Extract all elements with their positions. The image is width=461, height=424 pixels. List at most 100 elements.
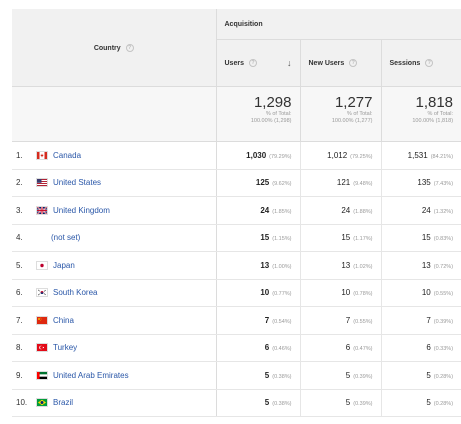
users-value: 125 — [255, 178, 270, 188]
country-link[interactable]: United Arab Emirates — [53, 371, 129, 380]
row-number: 7. — [16, 315, 23, 325]
sessions-value: 6 — [426, 343, 431, 353]
country-link[interactable]: Turkey — [53, 343, 77, 352]
sessions-header-label: Sessions — [389, 59, 421, 67]
sessions-cell: 6 (0.33%) — [381, 334, 461, 362]
country-link[interactable]: China — [53, 316, 74, 325]
sessions-value: 5 — [426, 398, 431, 408]
table-row: 6. South Korea 10 (0.77%) 10 (0.78%) 10 (0.5… — [12, 279, 461, 307]
users-header-label: Users — [224, 59, 244, 67]
users-total-share: 100.00% (1,298) — [250, 118, 292, 124]
users-value: 6 — [264, 343, 270, 353]
country-cell: 5. Japan — [12, 251, 217, 280]
country-cell: 6. South Korea — [12, 279, 217, 307]
new-users-column-header[interactable]: New Users? — [300, 39, 382, 87]
new-users-value: 1,012 — [327, 150, 348, 160]
new-users-percent: (1.17%) — [353, 236, 373, 243]
flag-china-icon — [36, 315, 48, 325]
users-value: 5 — [264, 370, 270, 380]
sort-descending-icon[interactable]: ↓ — [287, 58, 292, 68]
new-users-cell: 121 (9.48%) — [300, 169, 382, 197]
row-number: 2. — [16, 178, 23, 188]
sessions-percent: (0.39%) — [433, 318, 454, 325]
users-cell: 24 (1.85%) — [216, 196, 301, 225]
users-column-header[interactable]: Users? ↓ — [216, 39, 301, 87]
users-cell: 7 (0.54%) — [216, 306, 301, 335]
sessions-cell: 1,531 (84.21%) — [381, 141, 461, 170]
flag-japan-icon — [36, 260, 48, 270]
sessions-percent: (0.33%) — [433, 346, 454, 353]
new-users-percent: (0.78%) — [353, 291, 373, 298]
row-number: 8. — [16, 343, 23, 353]
flag-south-korea-icon — [36, 288, 48, 298]
help-icon[interactable]: ? — [248, 59, 257, 67]
users-value: 24 — [260, 205, 270, 215]
country-report-table: Country? Acquisition Users? ↓ New Users?… — [12, 9, 461, 417]
help-icon[interactable]: ? — [349, 59, 358, 67]
new-users-percent: (0.55%) — [353, 318, 373, 325]
sessions-column-header[interactable]: Sessions? — [381, 39, 461, 87]
sessions-value: 1,531 — [407, 150, 428, 160]
users-cell: 15 (1.15%) — [216, 224, 301, 252]
sessions-total: 1,818 — [415, 94, 454, 111]
table-row: 3. United Kingdom 24 (1.85%) 24 (1.88%) 24(… — [12, 196, 461, 225]
table-row: 8. Turkey 6 (0.46%) 6 (0.47%) 6 (0.33%) — [12, 334, 461, 362]
country-link[interactable]: United Kingdom — [53, 206, 110, 215]
sessions-value: 10 — [421, 288, 431, 298]
users-percent: (0.38%) — [272, 401, 292, 408]
country-cell: 2. United States — [12, 169, 217, 197]
table-row: 7. China 7 (0.54%) 7 (0.55%) 7 (0.39%) — [12, 306, 461, 335]
country-link[interactable]: Canada — [53, 151, 81, 160]
users-cell: 125 (9.62%) — [216, 169, 301, 197]
new-users-value: 24 — [341, 205, 351, 215]
users-total-cell: 1,298 % of Total: 100.00% (1,298) — [216, 86, 301, 142]
flag-turkey-icon — [36, 343, 48, 353]
new-users-percent: (0.39%) — [353, 373, 373, 380]
new-users-percent: (9.48%) — [353, 181, 373, 188]
country-cell: 4. (not set) — [12, 224, 217, 252]
users-percent: (0.77%) — [272, 291, 292, 298]
sessions-cell: 5 (0.28%) — [381, 361, 461, 390]
users-cell: 5 (0.38%) — [216, 361, 301, 390]
new-users-cell: 5 (0.39%) — [300, 361, 382, 390]
new-users-cell: 13 (1.02%) — [300, 251, 382, 280]
new-users-cell: 6 (0.47%) — [300, 334, 382, 362]
country-link[interactable]: (not set) — [51, 233, 80, 242]
users-cell: 6 (0.46%) — [216, 334, 301, 362]
country-link[interactable]: Japan — [53, 261, 75, 270]
sessions-value: 135 — [417, 178, 431, 188]
country-cell: 8. Turkey — [12, 334, 217, 362]
sessions-total-cell: 1,818 % of Total: 100.00% (1,818) — [381, 86, 461, 142]
sessions-value: 15 — [421, 233, 431, 243]
country-cell: 7. China — [12, 306, 217, 335]
table-row: 5. Japan 13 (1.00%) 13 (1.02%) 13 (0.72%) — [12, 251, 461, 280]
new-users-value: 5 — [345, 370, 351, 380]
users-percent: (1.15%) — [272, 236, 292, 243]
country-report-table-wrapper: Country? Acquisition Users? ↓ New Users?… — [12, 9, 461, 417]
users-total-caption: % of Total: — [265, 111, 292, 117]
new-users-value: 13 — [341, 260, 351, 270]
country-link[interactable]: South Korea — [53, 288, 97, 297]
users-value: 5 — [264, 398, 270, 408]
users-cell: 1,030 (79.29%) — [216, 141, 301, 170]
sessions-cell: 13 (0.72%) — [381, 251, 461, 280]
flag-united-arab-emirates-icon — [36, 370, 48, 380]
sessions-value: 7 — [426, 315, 431, 325]
sessions-cell: 135 (7.43%) — [381, 169, 461, 197]
table-row: 1. Canada 1,030 (79.29%) 1,012 (79.25%) 1,5… — [12, 141, 461, 170]
country-cell: 10. Brazil — [12, 389, 217, 417]
users-percent: (0.46%) — [272, 346, 292, 353]
country-link[interactable]: United States — [53, 178, 101, 187]
help-icon[interactable]: ? — [125, 43, 134, 52]
users-percent: (9.62%) — [272, 181, 292, 188]
help-icon[interactable]: ? — [425, 59, 434, 67]
row-number: 1. — [16, 150, 23, 160]
country-link[interactable]: Brazil — [53, 398, 73, 407]
country-cell: 1. Canada — [12, 141, 217, 170]
users-cell: 10 (0.77%) — [216, 279, 301, 307]
row-number: 10. — [16, 398, 28, 408]
new-users-percent: (0.47%) — [353, 346, 373, 353]
sessions-total-share: 100.00% (1,818) — [412, 118, 454, 124]
new-users-value: 7 — [345, 315, 351, 325]
new-users-value: 6 — [345, 343, 351, 353]
